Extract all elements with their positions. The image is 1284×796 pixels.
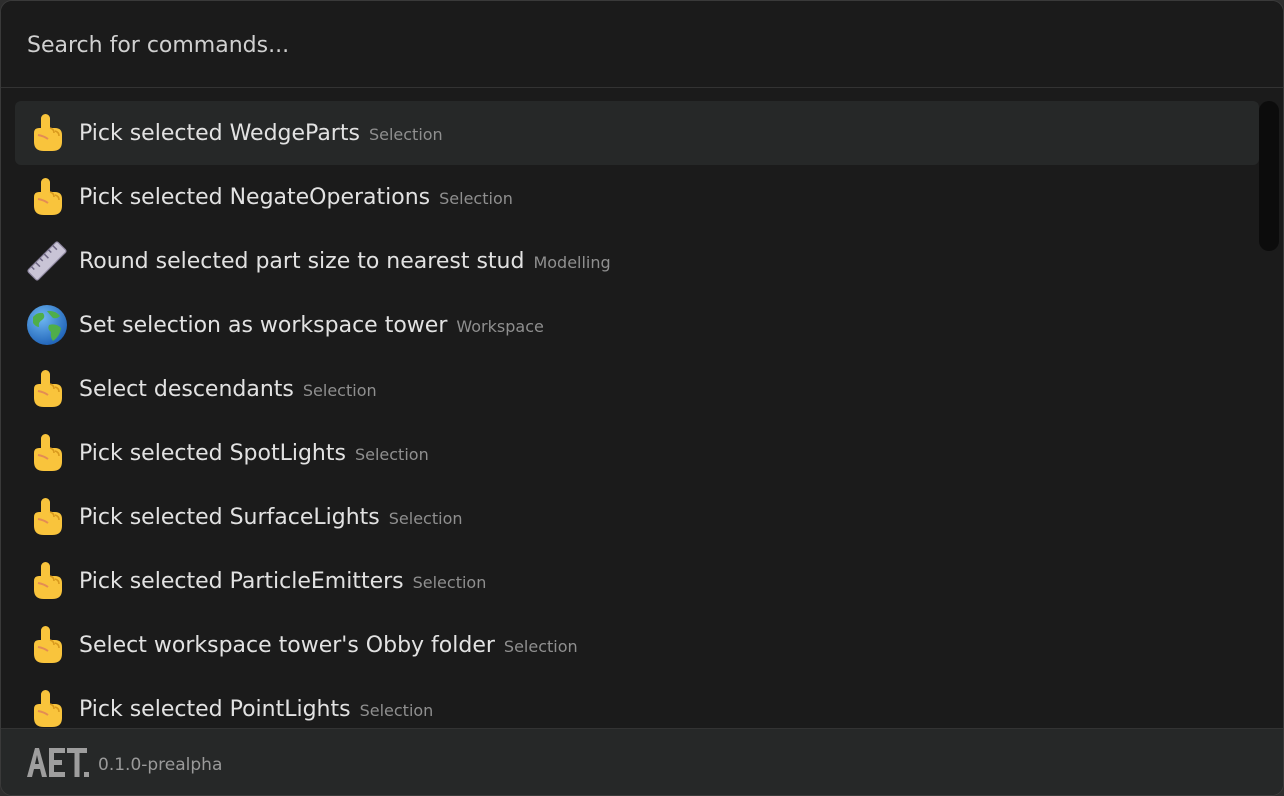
command-item[interactable]: Round selected part size to nearest stud… (15, 229, 1259, 293)
ruler-icon (25, 239, 69, 283)
pointing-hand-icon (25, 623, 69, 667)
command-category: Selection (354, 444, 429, 464)
command-item[interactable]: Pick selected WedgeParts Selection (15, 101, 1259, 165)
aet-logo (27, 748, 89, 777)
command-category: Selection (368, 124, 443, 144)
command-item[interactable]: Set selection as workspace tower Workspa… (15, 293, 1259, 357)
command-category: Selection (503, 636, 578, 656)
command-item[interactable]: Pick selected NegateOperations Selection (15, 165, 1259, 229)
command-item[interactable]: Pick selected SurfaceLights Selection (15, 485, 1259, 549)
command-label: Pick selected SpotLights (79, 440, 346, 466)
pointing-hand-icon (25, 687, 69, 728)
command-category: Selection (412, 572, 487, 592)
search-bar (1, 1, 1283, 88)
footer: 0.1.0-prealpha (1, 728, 1283, 795)
command-label: Select workspace tower's Obby folder (79, 632, 495, 658)
command-category: Selection (388, 508, 463, 528)
pointing-hand-icon (25, 495, 69, 539)
command-label: Pick selected SurfaceLights (79, 504, 380, 530)
command-category: Modelling (533, 252, 611, 272)
command-category: Selection (302, 380, 377, 400)
command-label: Select descendants (79, 376, 294, 402)
pointing-hand-icon (25, 559, 69, 603)
command-item[interactable]: Select workspace tower's Obby folder Sel… (15, 613, 1259, 677)
command-label: Pick selected NegateOperations (79, 184, 431, 210)
command-category: Selection (439, 188, 513, 208)
command-label: Set selection as workspace tower (79, 312, 448, 338)
command-item[interactable]: Pick selected SpotLights Selection (15, 421, 1259, 485)
command-label: Pick selected PointLights (79, 696, 351, 722)
pointing-hand-icon (25, 367, 69, 411)
command-item[interactable]: Pick selected PointLights Selection (15, 677, 1259, 728)
pointing-hand-icon (25, 175, 69, 219)
command-item[interactable]: Select descendants Selection (15, 357, 1259, 421)
command-label: Round selected part size to nearest stud (79, 248, 525, 274)
pointing-hand-icon (25, 111, 69, 155)
command-label: Pick selected WedgeParts (79, 120, 360, 146)
scrollbar[interactable] (1259, 101, 1279, 251)
search-input[interactable] (27, 25, 1247, 65)
command-category: Workspace (456, 316, 544, 336)
version-label: 0.1.0-prealpha (98, 755, 223, 775)
pointing-hand-icon (25, 431, 69, 475)
command-item[interactable]: Pick selected ParticleEmitters Selection (15, 549, 1259, 613)
command-category: Selection (359, 700, 434, 720)
command-list: Pick selected WedgeParts Selection Pick … (1, 88, 1283, 728)
command-label: Pick selected ParticleEmitters (79, 568, 404, 594)
globe-icon (25, 303, 69, 347)
command-palette: Pick selected WedgeParts Selection Pick … (0, 0, 1284, 796)
